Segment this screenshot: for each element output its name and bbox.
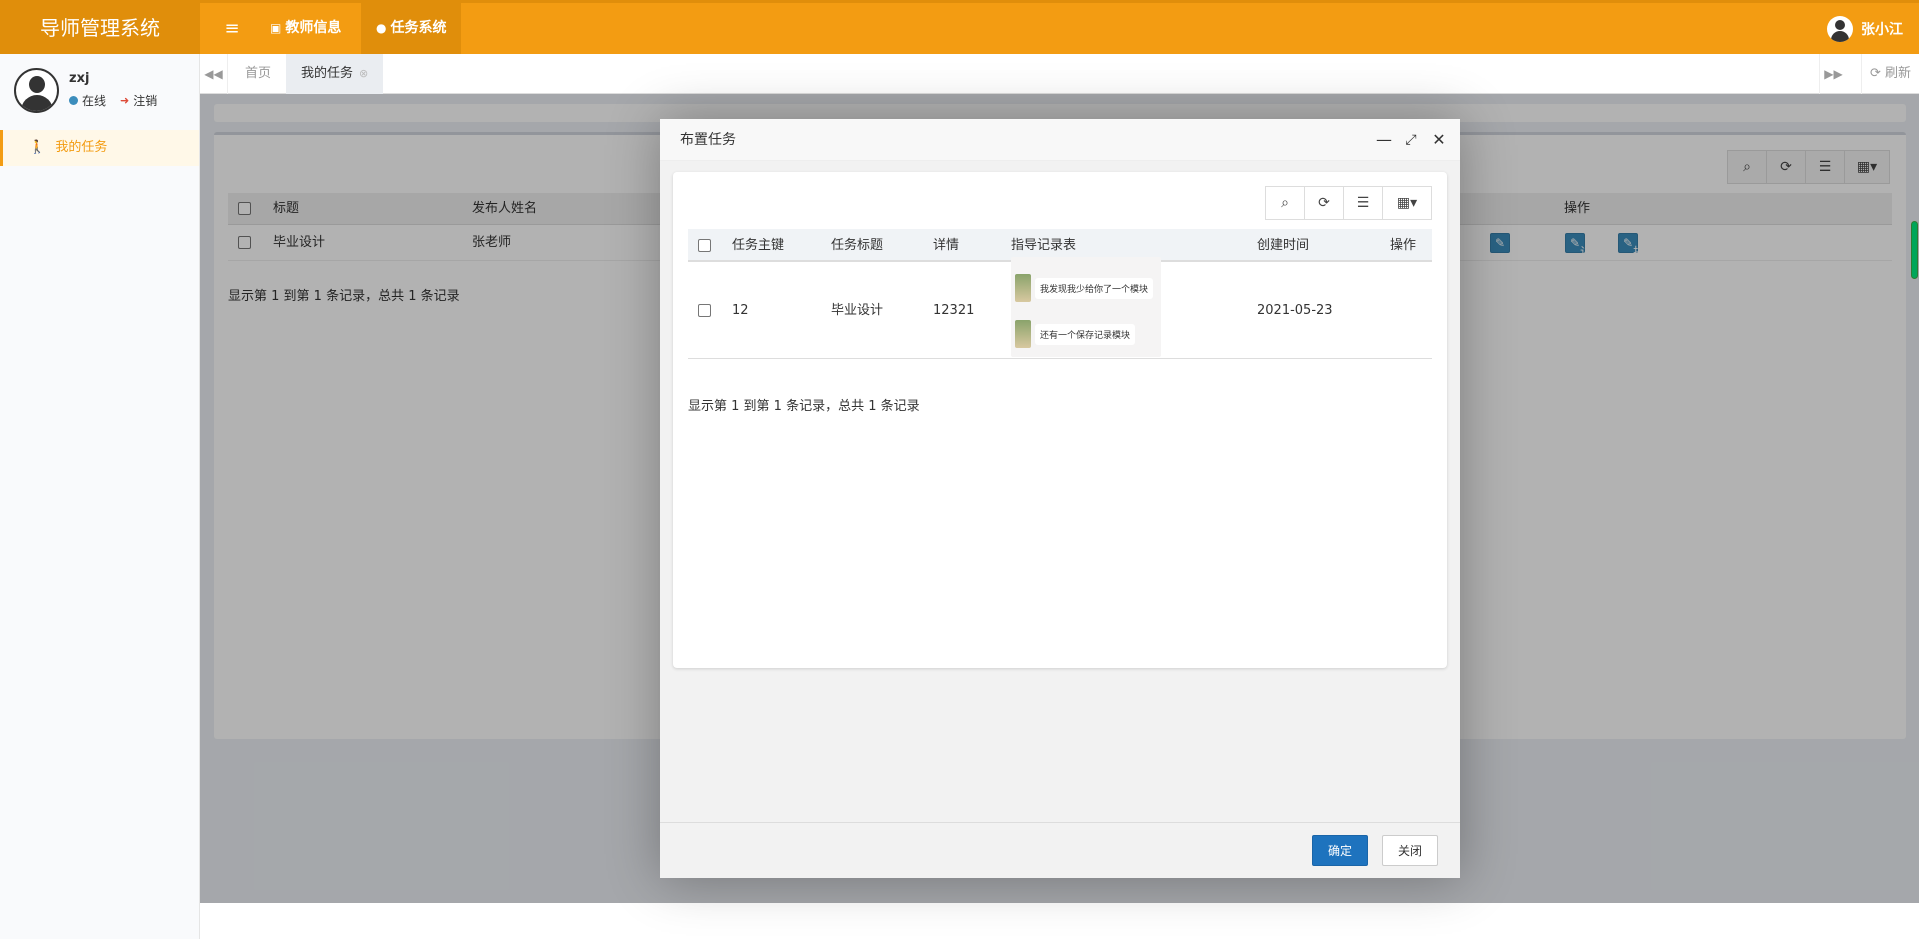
modal-title-text: 布置任务 <box>680 132 736 148</box>
close-tab-icon[interactable]: ⊗ <box>359 67 368 80</box>
cell-detail: 12321 <box>933 303 975 318</box>
tabs-scroll-left-icon[interactable]: ◀◀ <box>200 54 228 94</box>
sidebar: zxj 在线 ➜ 注销 🚶 我的任务 <box>0 54 200 939</box>
sidebar-item-label: 我的任务 <box>55 140 108 155</box>
refresh-icon[interactable]: ⟳ <box>1304 186 1344 220</box>
online-label: 在线 <box>82 94 107 108</box>
top-header: 导师管理系统 ≡ ▣ 教师信息 ● 任务系统 张小江 <box>0 0 1919 54</box>
user-status: 在线 ➜ 注销 <box>69 92 157 109</box>
confirm-button[interactable]: 确定 <box>1312 835 1368 866</box>
chat-line: 还有一个保存记录模块 <box>1015 317 1136 351</box>
chat-avatar <box>1015 274 1031 302</box>
maximize-icon[interactable]: ⤢ <box>1402 131 1420 149</box>
id-card-icon: ▣ <box>270 21 282 35</box>
modal-title: 布置任务 — ⤢ ✕ <box>660 119 1460 161</box>
column-header: 操作 <box>1390 238 1417 253</box>
refresh-button[interactable]: ⟳ 刷新 <box>1860 54 1911 94</box>
footer-area <box>200 903 1919 939</box>
tabs-bar: ◀◀ 首页 我的任务 ⊗ ▶▶ ⟳ 刷新 <box>200 54 1919 94</box>
chat-avatar <box>1015 320 1031 348</box>
walking-icon: 🚶 <box>29 140 46 155</box>
online-dot-icon <box>69 96 78 105</box>
modal-table-toolbar: ⌕ ⟳ ☰ ▦▾ <box>1265 186 1432 220</box>
tabs-scroll-right-icon[interactable]: ▶▶ <box>1819 54 1847 94</box>
chat-line: 我发现我少给你了一个模块 <box>1015 271 1154 305</box>
cell-task-id: 12 <box>732 303 749 318</box>
row-checkbox[interactable] <box>698 262 711 359</box>
avatar <box>14 68 59 113</box>
drop-icon: ● <box>376 21 387 35</box>
select-all-checkbox[interactable] <box>698 229 711 262</box>
sidebar-user-name: zxj <box>69 71 90 86</box>
nav-label: 任务系统 <box>390 20 447 36</box>
user-name: 张小江 <box>1861 21 1903 38</box>
chat-bubble: 还有一个保存记录模块 <box>1035 323 1136 345</box>
app-logo[interactable]: 导师管理系统 <box>0 3 200 54</box>
avatar <box>1827 15 1853 42</box>
column-header: 任务主键 <box>732 238 785 253</box>
column-header: 详情 <box>933 238 960 253</box>
menu-toggle-button[interactable]: ≡ <box>214 3 250 54</box>
user-panel: zxj 在线 ➜ 注销 <box>14 68 157 113</box>
modal-footer: 确定 关闭 <box>660 822 1460 878</box>
close-button[interactable]: 关闭 <box>1382 835 1438 866</box>
nav-task-system[interactable]: ● 任务系统 <box>361 3 462 54</box>
sidebar-item-my-tasks[interactable]: 🚶 我的任务 <box>0 130 199 166</box>
cell-task-title: 毕业设计 <box>831 303 884 318</box>
columns-icon[interactable]: ▦▾ <box>1382 186 1432 220</box>
search-icon[interactable]: ⌕ <box>1265 186 1305 220</box>
user-menu[interactable]: 张小江 <box>1827 3 1903 54</box>
modal-pagination-info: 显示第 1 到第 1 条记录，总共 1 条记录 <box>688 399 920 414</box>
refresh-icon: ⟳ <box>1869 66 1881 81</box>
column-header: 创建时间 <box>1257 238 1310 253</box>
scrollbar-indicator[interactable] <box>1912 222 1917 278</box>
logout-icon: ➜ <box>120 94 130 107</box>
tab-home[interactable]: 首页 <box>230 54 286 94</box>
nav-label: 教师信息 <box>285 20 342 36</box>
logout-link[interactable]: 注销 <box>133 92 157 109</box>
toggle-view-icon[interactable]: ☰ <box>1343 186 1383 220</box>
guidance-record-image[interactable]: 我发现我少给你了一个模块 还有一个保存记录模块 <box>1011 257 1161 357</box>
nav-teacher-info[interactable]: ▣ 教师信息 <box>255 3 356 54</box>
minimize-icon[interactable]: — <box>1375 131 1393 149</box>
column-header: 任务标题 <box>831 238 884 253</box>
assign-task-modal: 布置任务 — ⤢ ✕ ⌕ ⟳ ☰ ▦▾ 任务主键 任务标题 详情 指导记录表 创… <box>660 119 1460 878</box>
tab-my-tasks[interactable]: 我的任务 ⊗ <box>286 54 384 94</box>
close-icon[interactable]: ✕ <box>1430 131 1448 149</box>
chat-bubble: 我发现我少给你了一个模块 <box>1035 277 1154 299</box>
refresh-label: 刷新 <box>1884 66 1911 81</box>
modal-table-row: 12 毕业设计 12321 我发现我少给你了一个模块 还有一个保存记录模块 20… <box>688 257 1432 359</box>
tab-label: 我的任务 <box>301 66 354 81</box>
cell-created-time: 2021-05-23 <box>1257 303 1333 318</box>
modal-content: ⌕ ⟳ ☰ ▦▾ 任务主键 任务标题 详情 指导记录表 创建时间 操作 12 毕… <box>673 172 1447 668</box>
